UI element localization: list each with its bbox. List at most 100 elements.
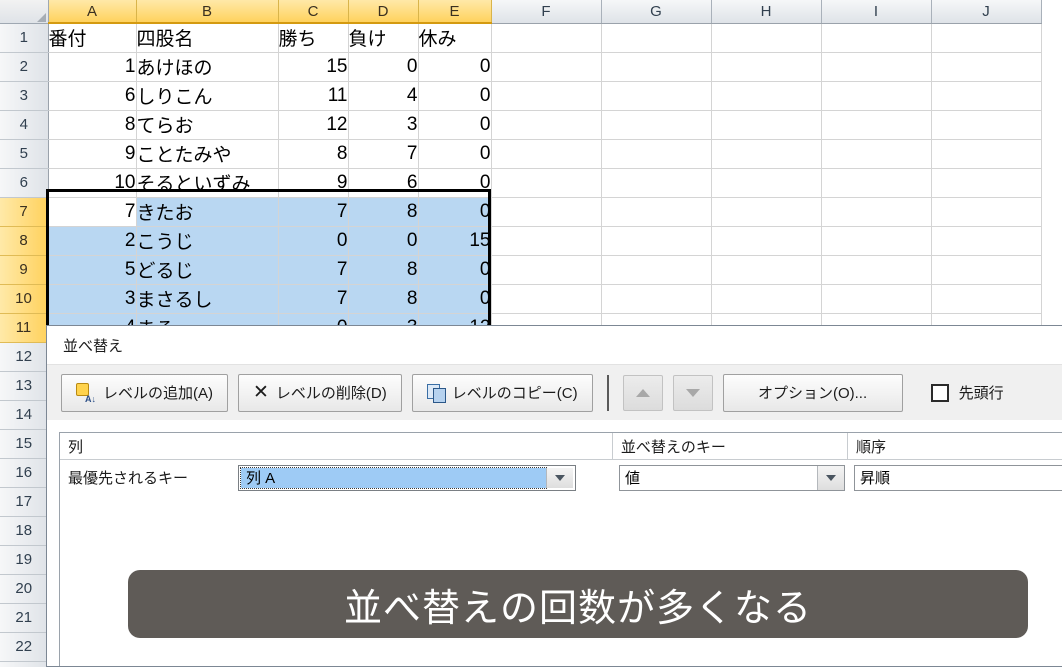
cell-g5[interactable] [601, 139, 712, 169]
cell-a7[interactable]: 7 [48, 197, 137, 227]
cell-c10[interactable]: 7 [278, 284, 349, 314]
cell-j5[interactable] [931, 139, 1042, 169]
cell-d5[interactable]: 7 [348, 139, 419, 169]
move-down-button[interactable] [672, 374, 713, 411]
copy-level-button[interactable]: レベルのコピー(C) [411, 373, 593, 412]
column-header-j[interactable]: J [931, 0, 1042, 24]
cell-c9[interactable]: 7 [278, 255, 349, 285]
row-header-23[interactable]: 23 [0, 661, 49, 667]
column-header-c[interactable]: C [278, 0, 349, 24]
sort-on-select[interactable]: 値 [618, 464, 845, 491]
order-select[interactable]: 昇順 [853, 464, 1062, 491]
cell-i9[interactable] [821, 255, 932, 285]
cell-f3[interactable] [491, 81, 602, 111]
row-header-5[interactable]: 5 [0, 139, 49, 169]
delete-level-button[interactable]: ✕ レベルの削除(D) [238, 373, 402, 412]
cell-j4[interactable] [931, 110, 1042, 140]
cell-i1[interactable] [821, 23, 932, 53]
cell-a10[interactable]: 3 [48, 284, 137, 314]
column-header-a[interactable]: A [48, 0, 137, 24]
cell-d3[interactable]: 4 [348, 81, 419, 111]
cell-a2[interactable]: 1 [48, 52, 137, 82]
row-header-21[interactable]: 21 [0, 603, 49, 633]
cell-f1[interactable] [491, 23, 602, 53]
cell-b6[interactable]: そるといずみ [136, 168, 279, 198]
row-header-12[interactable]: 12 [0, 342, 49, 372]
cell-b2[interactable]: あけほの [136, 52, 279, 82]
add-level-button[interactable]: A↓ レベルの追加(A) [61, 373, 228, 412]
cell-g2[interactable] [601, 52, 712, 82]
cell-h7[interactable] [711, 197, 822, 227]
cell-b8[interactable]: こうじ [136, 226, 279, 256]
cell-a3[interactable]: 6 [48, 81, 137, 111]
cell-h4[interactable] [711, 110, 822, 140]
cell-f8[interactable] [491, 226, 602, 256]
cell-d7[interactable]: 8 [348, 197, 419, 227]
cell-a5[interactable]: 9 [48, 139, 137, 169]
row-header-11[interactable]: 11 [0, 313, 49, 343]
cell-f6[interactable] [491, 168, 602, 198]
column-header-h[interactable]: H [711, 0, 822, 24]
cell-f7[interactable] [491, 197, 602, 227]
cell-h1[interactable] [711, 23, 822, 53]
row-header-14[interactable]: 14 [0, 400, 49, 430]
cell-d6[interactable]: 6 [348, 168, 419, 198]
cell-f4[interactable] [491, 110, 602, 140]
cell-c4[interactable]: 12 [278, 110, 349, 140]
cell-e3[interactable]: 0 [418, 81, 492, 111]
cell-e10[interactable]: 0 [418, 284, 492, 314]
cell-a6[interactable]: 10 [48, 168, 137, 198]
row-header-17[interactable]: 17 [0, 487, 49, 517]
cell-e7[interactable]: 0 [418, 197, 492, 227]
cell-e9[interactable]: 0 [418, 255, 492, 285]
cell-j7[interactable] [931, 197, 1042, 227]
header-row-checkbox-group[interactable]: 先頭行 [930, 382, 1004, 403]
row-header-1[interactable]: 1 [0, 23, 49, 53]
cell-j1[interactable] [931, 23, 1042, 53]
row-header-13[interactable]: 13 [0, 371, 49, 401]
cell-g4[interactable] [601, 110, 712, 140]
column-header-e[interactable]: E [418, 0, 492, 24]
row-header-16[interactable]: 16 [0, 458, 49, 488]
cell-b5[interactable]: ことたみや [136, 139, 279, 169]
cell-f10[interactable] [491, 284, 602, 314]
cell-g3[interactable] [601, 81, 712, 111]
chevron-down-icon[interactable] [816, 465, 844, 490]
cell-c5[interactable]: 8 [278, 139, 349, 169]
cell-g1[interactable] [601, 23, 712, 53]
column-header-b[interactable]: B [136, 0, 279, 24]
cell-i5[interactable] [821, 139, 932, 169]
cell-g9[interactable] [601, 255, 712, 285]
cell-f5[interactable] [491, 139, 602, 169]
checkbox-icon[interactable] [930, 383, 949, 402]
row-header-4[interactable]: 4 [0, 110, 49, 140]
cell-j2[interactable] [931, 52, 1042, 82]
cell-e4[interactable]: 0 [418, 110, 492, 140]
column-header-i[interactable]: I [821, 0, 932, 24]
cell-b10[interactable]: まさるし [136, 284, 279, 314]
cell-c8[interactable]: 0 [278, 226, 349, 256]
cell-d4[interactable]: 3 [348, 110, 419, 140]
cell-a1[interactable]: 番付 [48, 23, 137, 53]
cell-b4[interactable]: てらお [136, 110, 279, 140]
cell-i2[interactable] [821, 52, 932, 82]
cell-j10[interactable] [931, 284, 1042, 314]
cell-d10[interactable]: 8 [348, 284, 419, 314]
cell-g8[interactable] [601, 226, 712, 256]
row-header-20[interactable]: 20 [0, 574, 49, 604]
cell-b9[interactable]: どるじ [136, 255, 279, 285]
cell-e1[interactable]: 休み [418, 23, 492, 53]
row-header-6[interactable]: 6 [0, 168, 49, 198]
row-header-9[interactable]: 9 [0, 255, 49, 285]
cell-a8[interactable]: 2 [48, 226, 137, 256]
cell-d1[interactable]: 負け [348, 23, 419, 53]
chevron-down-icon[interactable] [546, 467, 573, 488]
row-header-22[interactable]: 22 [0, 632, 49, 662]
cell-b3[interactable]: しりこん [136, 81, 279, 111]
column-select[interactable]: 列 A [238, 464, 576, 491]
row-header-3[interactable]: 3 [0, 81, 49, 111]
cell-h10[interactable] [711, 284, 822, 314]
column-header-f[interactable]: F [491, 0, 602, 24]
row-header-2[interactable]: 2 [0, 52, 49, 82]
row-header-10[interactable]: 10 [0, 284, 49, 314]
